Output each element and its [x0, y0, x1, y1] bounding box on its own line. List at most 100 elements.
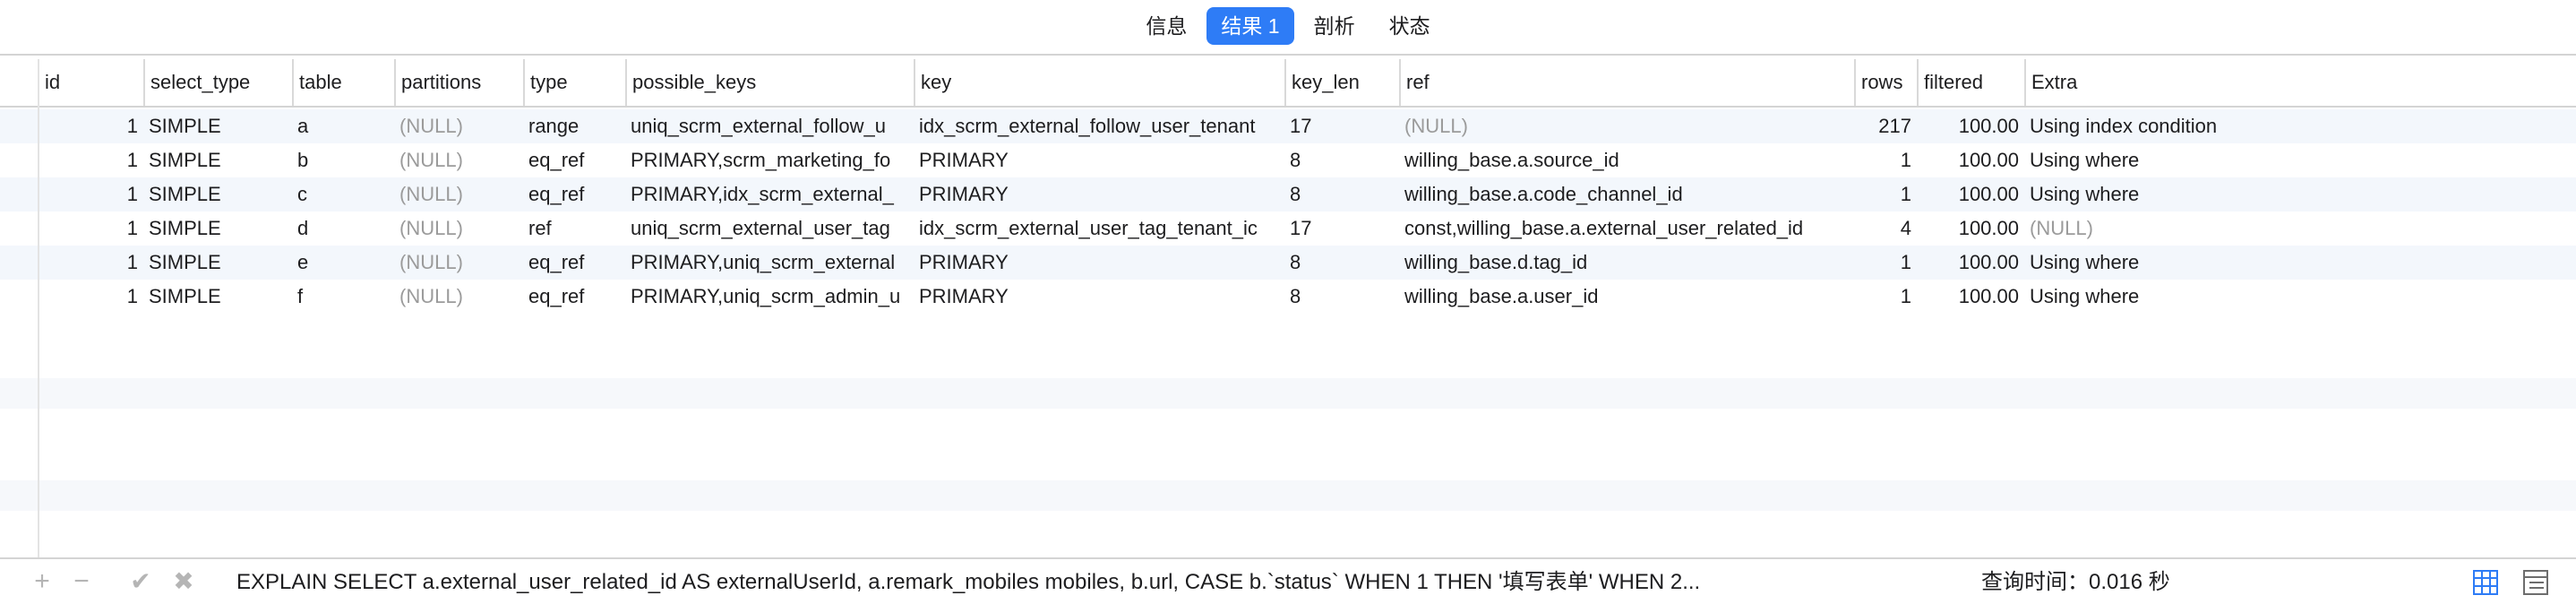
table-cell[interactable]: PRIMARY,idx_scrm_external_	[625, 177, 914, 211]
column-header-ref[interactable]: ref	[1399, 59, 1854, 106]
table-row[interactable]: 1 SIMPLE f (NULL) eq_ref PRIMARY,uniq_scrm_ad…	[0, 280, 2576, 314]
table-cell[interactable]: Using where	[2024, 280, 2239, 314]
plus-icon[interactable]: +	[27, 566, 57, 597]
table-cell[interactable]: 8	[1284, 246, 1399, 280]
table-cell[interactable]: 100.00	[1917, 280, 2024, 314]
table-cell[interactable]: ref	[523, 211, 625, 246]
table-cell[interactable]: eq_ref	[523, 280, 625, 314]
column-header-possible-keys[interactable]: possible_keys	[625, 59, 914, 106]
table-cell[interactable]: PRIMARY,scrm_marketing_fo	[625, 143, 914, 177]
table-cell[interactable]: SIMPLE	[143, 109, 292, 143]
form-view-icon[interactable]	[2522, 569, 2549, 596]
check-icon[interactable]: ✔	[125, 566, 156, 597]
column-header-extra[interactable]: Extra	[2024, 59, 2239, 106]
table-row[interactable]: 1 SIMPLE c (NULL) eq_ref PRIMARY,idx_scrm_ext…	[0, 177, 2576, 211]
table-row[interactable]: 1 SIMPLE d (NULL) ref uniq_scrm_external_user…	[0, 211, 2576, 246]
column-header-filtered[interactable]: filtered	[1917, 59, 2024, 106]
table-cell[interactable]: 17	[1284, 109, 1399, 143]
table-cell[interactable]: PRIMARY,uniq_scrm_admin_u	[625, 280, 914, 314]
table-cell[interactable]: d	[292, 211, 394, 246]
table-cell[interactable]: uniq_scrm_external_follow_u	[625, 109, 914, 143]
grid-view-icon[interactable]	[2472, 569, 2499, 596]
table-cell[interactable]: 8	[1284, 143, 1399, 177]
result-grid[interactable]: id select_type table partitions type possible…	[0, 56, 2576, 556]
table-cell[interactable]: Using where	[2024, 143, 2239, 177]
table-cell[interactable]: 1	[1854, 143, 1917, 177]
tab-status[interactable]: 状态	[1375, 7, 1445, 45]
table-cell[interactable]: 100.00	[1917, 109, 2024, 143]
minus-icon[interactable]: −	[66, 566, 97, 597]
table-cell[interactable]: SIMPLE	[143, 177, 292, 211]
table-cell[interactable]: c	[292, 177, 394, 211]
table-cell[interactable]: e	[292, 246, 394, 280]
table-cell[interactable]: PRIMARY,uniq_scrm_external	[625, 246, 914, 280]
table-cell[interactable]: 100.00	[1917, 177, 2024, 211]
table-cell[interactable]: (NULL)	[394, 280, 523, 314]
table-cell[interactable]: idx_scrm_external_follow_user_tenant	[914, 109, 1284, 143]
table-cell[interactable]: 1	[39, 177, 143, 211]
table-cell[interactable]: SIMPLE	[143, 280, 292, 314]
table-cell[interactable]: eq_ref	[523, 177, 625, 211]
table-cell[interactable]: 4	[1854, 211, 1917, 246]
table-cell[interactable]: (NULL)	[1399, 109, 1854, 143]
table-cell[interactable]: (NULL)	[394, 143, 523, 177]
table-row[interactable]: 1 SIMPLE a (NULL) range uniq_scrm_external_fo…	[0, 109, 2576, 143]
column-header-id[interactable]: id	[39, 59, 143, 106]
table-cell[interactable]: 100.00	[1917, 211, 2024, 246]
table-cell[interactable]: 1	[1854, 280, 1917, 314]
table-row[interactable]: 1 SIMPLE b (NULL) eq_ref PRIMARY,scrm_marketi…	[0, 143, 2576, 177]
table-cell[interactable]: SIMPLE	[143, 211, 292, 246]
table-cell[interactable]: (NULL)	[394, 246, 523, 280]
table-cell[interactable]: 1	[39, 143, 143, 177]
table-cell[interactable]: eq_ref	[523, 143, 625, 177]
table-cell[interactable]: 1	[39, 280, 143, 314]
table-cell[interactable]: PRIMARY	[914, 280, 1284, 314]
column-header-type[interactable]: type	[523, 59, 625, 106]
tab-profile[interactable]: 剖析	[1300, 7, 1370, 45]
column-header-table[interactable]: table	[292, 59, 394, 106]
table-cell[interactable]: PRIMARY	[914, 246, 1284, 280]
table-cell[interactable]: (NULL)	[394, 177, 523, 211]
x-icon[interactable]: ✖	[168, 566, 199, 597]
table-cell[interactable]: (NULL)	[2024, 211, 2239, 246]
table-row[interactable]: 1 SIMPLE e (NULL) eq_ref PRIMARY,uniq_scrm_ex…	[0, 246, 2576, 280]
table-cell[interactable]: willing_base.d.tag_id	[1399, 246, 1854, 280]
table-cell[interactable]: willing_base.a.user_id	[1399, 280, 1854, 314]
table-cell[interactable]: Using where	[2024, 177, 2239, 211]
table-cell[interactable]: 100.00	[1917, 143, 2024, 177]
table-cell[interactable]: uniq_scrm_external_user_tag	[625, 211, 914, 246]
column-header-rows[interactable]: rows	[1854, 59, 1917, 106]
table-cell[interactable]: PRIMARY	[914, 177, 1284, 211]
table-cell[interactable]: range	[523, 109, 625, 143]
table-cell[interactable]: SIMPLE	[143, 143, 292, 177]
table-cell[interactable]: (NULL)	[394, 211, 523, 246]
tab-info[interactable]: 信息	[1131, 7, 1201, 45]
table-cell[interactable]: (NULL)	[394, 109, 523, 143]
table-cell[interactable]: willing_base.a.code_channel_id	[1399, 177, 1854, 211]
table-cell[interactable]: const,willing_base.a.external_user_relat…	[1399, 211, 1854, 246]
table-cell[interactable]: 8	[1284, 280, 1399, 314]
table-cell[interactable]: eq_ref	[523, 246, 625, 280]
table-cell[interactable]: PRIMARY	[914, 143, 1284, 177]
table-cell[interactable]: 1	[39, 211, 143, 246]
table-cell[interactable]: 217	[1854, 109, 1917, 143]
table-cell[interactable]: idx_scrm_external_user_tag_tenant_ic	[914, 211, 1284, 246]
column-header-partitions[interactable]: partitions	[394, 59, 523, 106]
column-header-key[interactable]: key	[914, 59, 1284, 106]
table-cell[interactable]: SIMPLE	[143, 246, 292, 280]
table-cell[interactable]: b	[292, 143, 394, 177]
table-cell[interactable]: Using index condition	[2024, 109, 2239, 143]
tab-result-1[interactable]: 结果 1	[1206, 7, 1294, 45]
table-cell[interactable]: f	[292, 280, 394, 314]
table-cell[interactable]: 8	[1284, 177, 1399, 211]
table-cell[interactable]: 1	[1854, 246, 1917, 280]
table-cell[interactable]: Using where	[2024, 246, 2239, 280]
column-header-key-len[interactable]: key_len	[1284, 59, 1399, 106]
table-cell[interactable]: 1	[39, 246, 143, 280]
column-header-select-type[interactable]: select_type	[143, 59, 292, 106]
table-cell[interactable]: willing_base.a.source_id	[1399, 143, 1854, 177]
table-cell[interactable]: 100.00	[1917, 246, 2024, 280]
table-cell[interactable]: 1	[39, 109, 143, 143]
table-cell[interactable]: 17	[1284, 211, 1399, 246]
table-cell[interactable]: 1	[1854, 177, 1917, 211]
